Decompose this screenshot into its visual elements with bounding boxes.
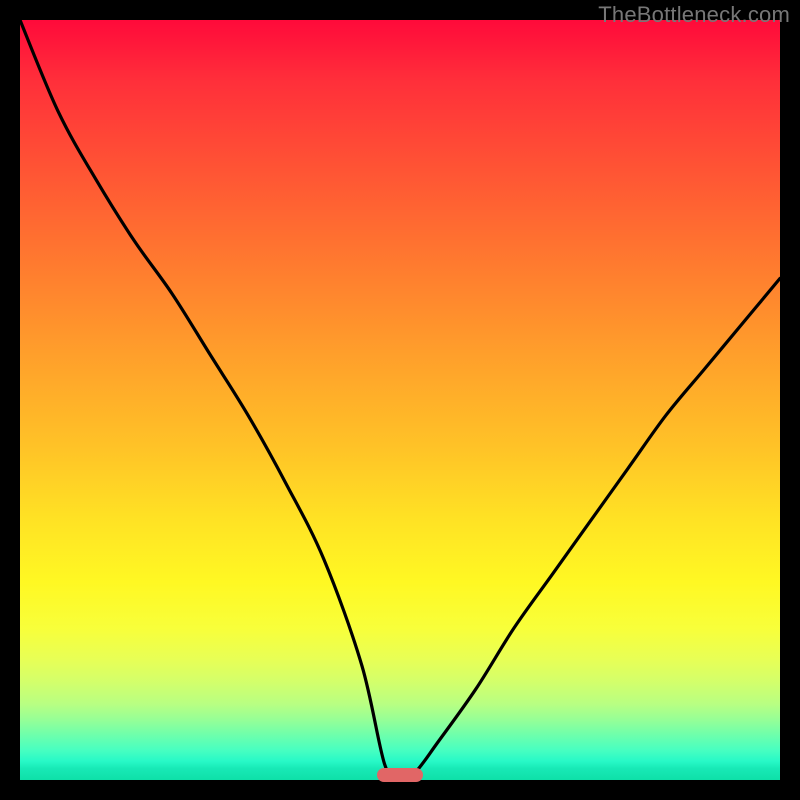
chart-frame: TheBottleneck.com [0, 0, 800, 800]
curve-path [20, 20, 780, 780]
optimal-marker [377, 768, 423, 782]
plot-area [20, 20, 780, 780]
bottleneck-curve [20, 20, 780, 780]
watermark-text: TheBottleneck.com [598, 2, 790, 28]
